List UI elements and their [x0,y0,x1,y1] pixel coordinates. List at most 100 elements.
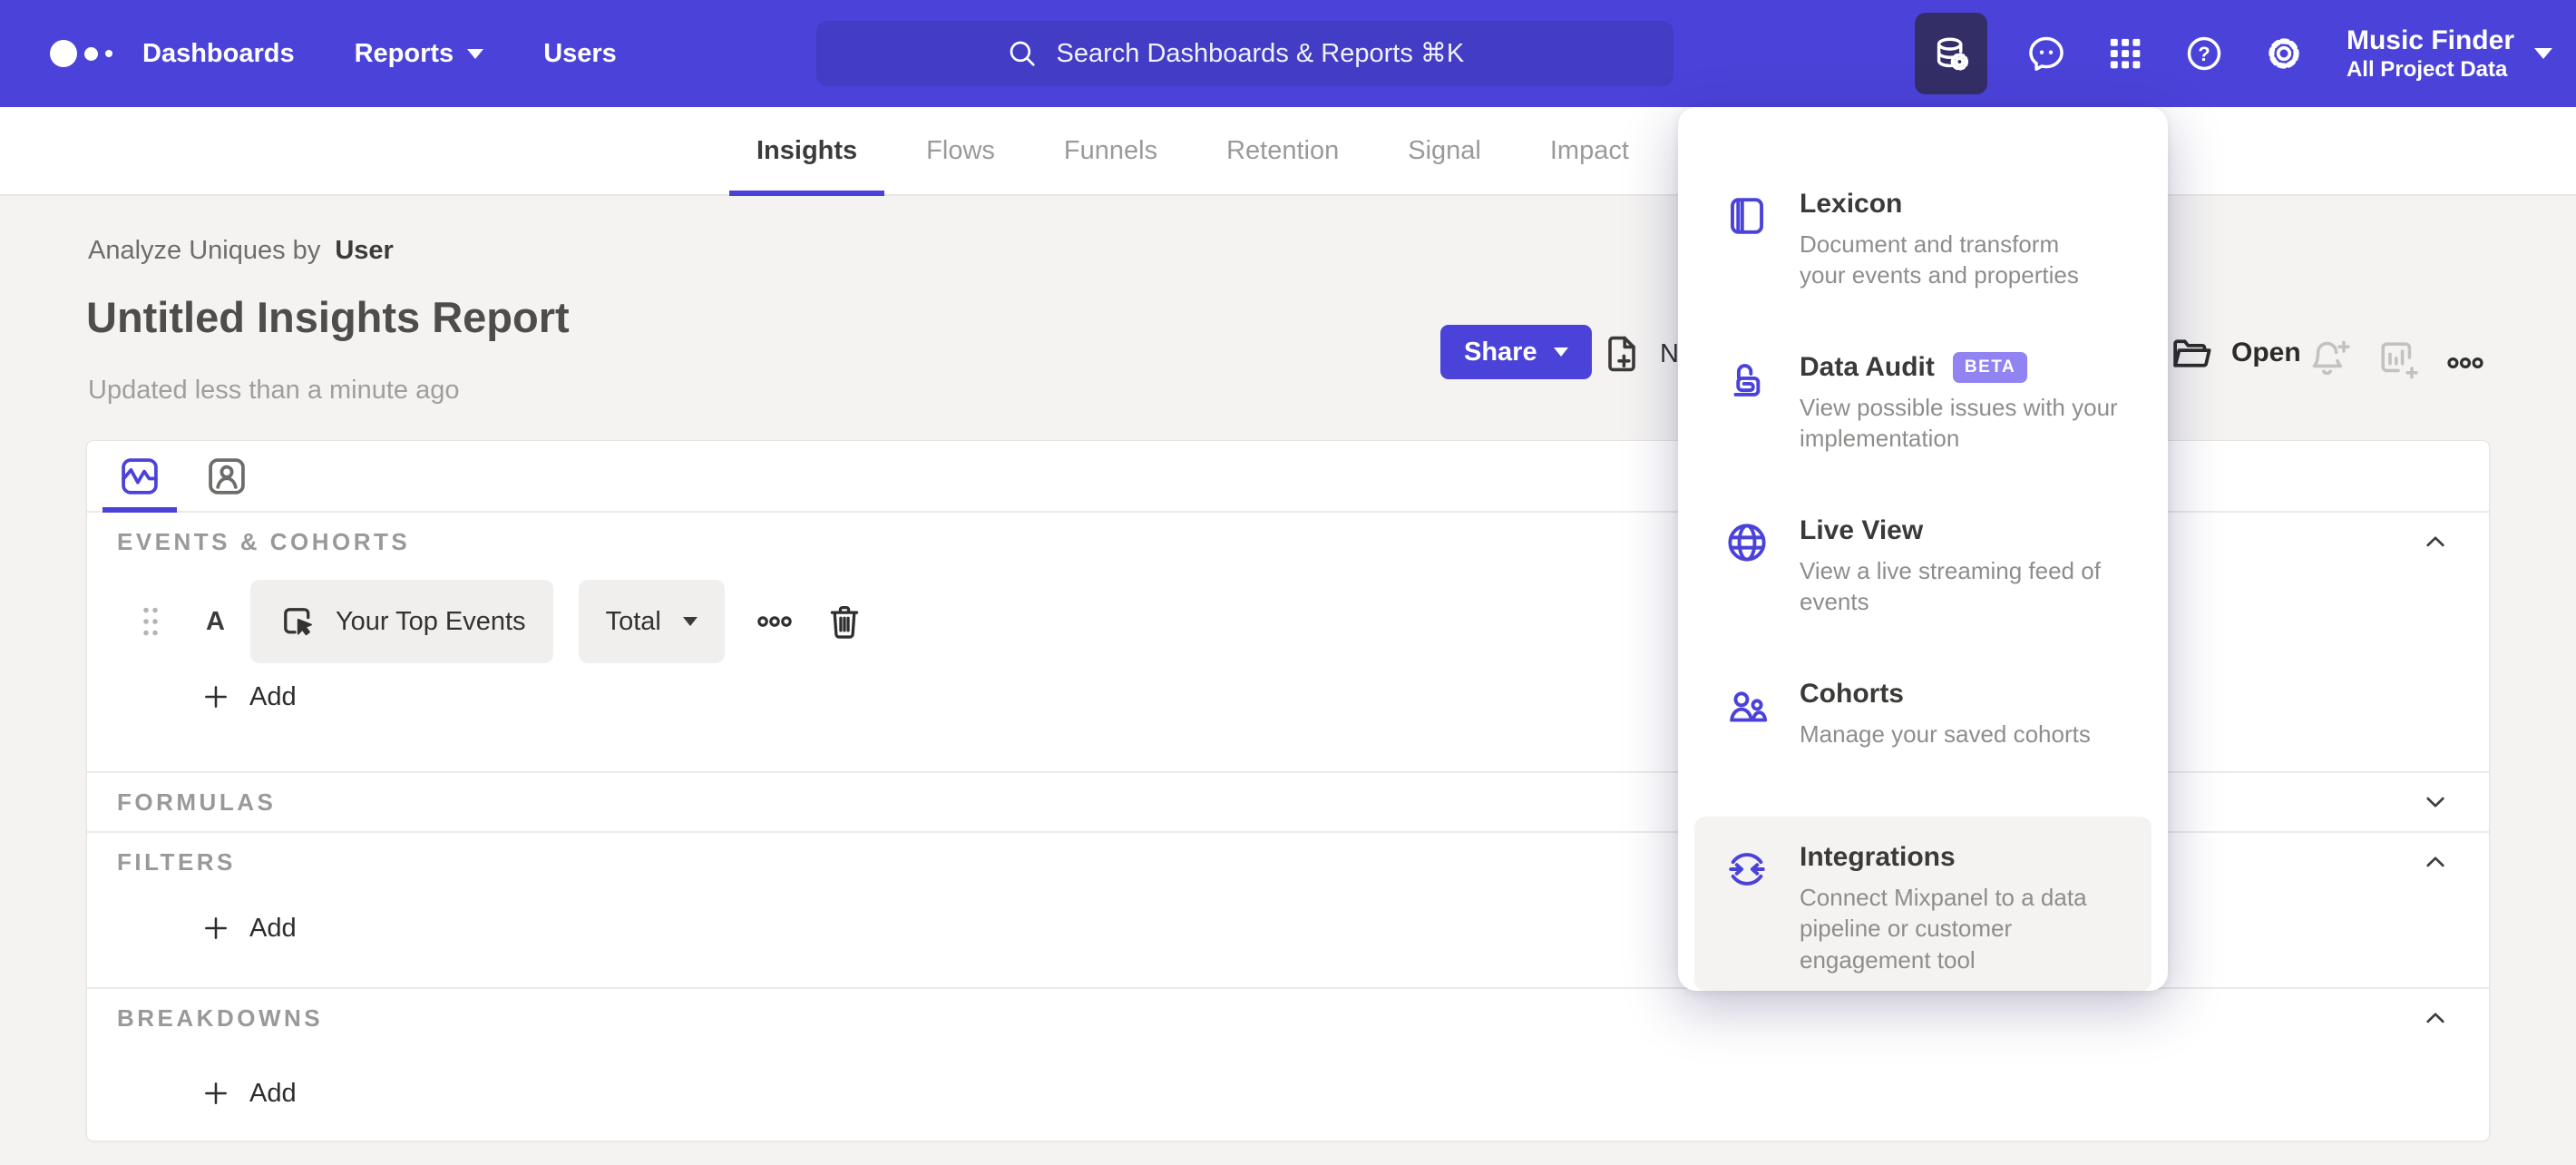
share-button[interactable]: Share [1440,325,1592,379]
menu-item-title: Lexicon [1800,189,1903,219]
tab-insights[interactable]: Insights [729,107,885,196]
section-label: FILTERS [117,847,236,876]
breadcrumb: Analyze Uniques by User [88,236,394,266]
menu-item-title: Data Audit [1800,352,1935,382]
tab-flows-label: Flows [926,135,995,165]
grid-icon [2105,34,2145,73]
collapse-section-button[interactable] [2419,525,2452,558]
menu-item-title: Cohorts [1800,679,1904,709]
tab-events-view[interactable] [102,454,177,513]
nav-reports-label: Reports [354,38,454,68]
drag-handle[interactable] [137,602,164,641]
expand-section-button[interactable] [2419,786,2452,818]
add-to-dashboard-button[interactable] [2376,338,2420,381]
breadcrumb-prefix: Analyze Uniques by [88,236,321,265]
chevron-up-icon [2426,1013,2444,1023]
tab-impact[interactable]: Impact [1523,107,1656,194]
bell-plus-icon [2308,336,2351,379]
section-breakdowns: BREAKDOWNS Add [87,989,2489,1118]
people-icon [1723,679,1774,817]
menu-item-cohorts[interactable]: Cohorts Manage your saved cohorts [1694,653,2152,817]
page-title[interactable]: Untitled Insights Report [86,292,570,342]
top-navigation-bar: Dashboards Reports Users Search Dashboar… [0,0,2576,107]
section-label: EVENTS & COHORTS [117,527,411,555]
feedback-button[interactable] [2025,33,2067,74]
row-more-button[interactable] [756,602,794,641]
more-options-button[interactable] [2445,343,2485,383]
lexicon-book-icon [1723,189,1774,327]
collapse-section-button[interactable] [2419,1002,2452,1034]
add-event-button[interactable]: Add [200,672,337,721]
folder-open-icon [2168,330,2213,376]
primary-nav: Dashboards Reports Users [142,39,617,69]
menu-item-description: Connect Mixpanel to a data pipeline or c… [1800,884,2087,974]
collapse-section-button[interactable] [2419,846,2452,878]
create-alert-button[interactable] [2308,336,2351,379]
tab-retention[interactable]: Retention [1199,107,1366,194]
metric-selector-button[interactable]: Total [578,580,725,663]
nav-users[interactable]: Users [543,39,617,69]
mixpanel-logo-icon [50,40,133,67]
menu-item-live-view[interactable]: Live View View a live streaming feed of … [1694,490,2152,653]
add-filter-label: Add [249,913,297,943]
more-dots-icon [2445,343,2485,383]
tab-flows[interactable]: Flows [899,107,1022,194]
pulse-chart-icon [117,454,162,499]
nav-reports[interactable]: Reports [355,39,484,69]
sync-arrows-icon [1723,842,1774,991]
chevron-down-icon [2534,47,2552,59]
chevron-down-icon [467,48,484,59]
breadcrumb-value[interactable]: User [335,236,394,265]
add-filter-button[interactable]: Add [200,904,337,953]
document-plus-icon [1600,332,1644,376]
project-scope: All Project Data [2346,56,2508,82]
beta-badge: BETA [1952,352,2028,383]
report-type-tabs: Insights Flows Funnels Retention Signal … [0,107,2576,196]
help-button[interactable]: ? [2183,33,2225,74]
gear-icon [2263,33,2305,74]
database-gear-icon [1930,33,1972,74]
plus-icon [200,913,231,944]
tab-funnels[interactable]: Funnels [1037,107,1185,194]
menu-item-description: View a live streaming feed of events [1800,557,2101,616]
plus-icon [200,681,231,712]
question-circle-icon: ? [2183,33,2225,74]
menu-item-integrations[interactable]: Integrations Connect Mixpanel to a data … [1694,817,2152,991]
audit-lock-icon [1723,352,1774,490]
data-management-dropdown: Lexicon Document and transform your even… [1678,107,2168,991]
chart-plus-icon [2376,338,2420,381]
share-button-label: Share [1464,337,1537,367]
tab-signal[interactable]: Signal [1381,107,1508,194]
data-management-button[interactable] [1914,13,1987,94]
tab-retention-label: Retention [1226,135,1340,165]
chevron-up-icon [2426,857,2444,867]
open-report-label: Open [2231,338,2301,367]
tab-signal-label: Signal [1408,135,1481,165]
globe-icon [1723,515,1774,653]
project-switcher[interactable]: Music Finder All Project Data [2347,24,2552,83]
chat-bubble-icon [2025,33,2067,74]
nav-dashboards[interactable]: Dashboards [142,39,295,69]
add-breakdown-button[interactable]: Add [200,1069,337,1118]
menu-item-title: Integrations [1800,842,1956,872]
global-search[interactable] [816,21,1673,86]
add-breakdown-label: Add [249,1078,297,1108]
search-icon [1006,37,1039,70]
tab-insights-label: Insights [756,135,858,165]
search-input[interactable] [1054,37,1485,70]
project-name: Music Finder [2346,24,2514,55]
menu-item-lexicon[interactable]: Lexicon Document and transform your even… [1694,163,2152,327]
event-selector-button[interactable]: Your Top Events [249,580,553,663]
series-letter: A [206,606,225,636]
tab-profiles-view[interactable] [204,454,249,499]
trash-icon [830,605,859,639]
section-label: BREAKDOWNS [117,1003,324,1032]
menu-item-data-audit[interactable]: Data Audit BETA View possible issues wit… [1694,327,2152,490]
apps-grid-button[interactable] [2105,34,2145,73]
metric-selector-label: Total [605,606,661,636]
menu-item-description: View possible issues with your implement… [1800,394,2118,453]
open-report-button[interactable]: Open [2168,330,2301,376]
delete-row-button[interactable] [825,602,864,641]
event-selector-label: Your Top Events [335,606,526,636]
settings-button[interactable] [2263,33,2305,74]
